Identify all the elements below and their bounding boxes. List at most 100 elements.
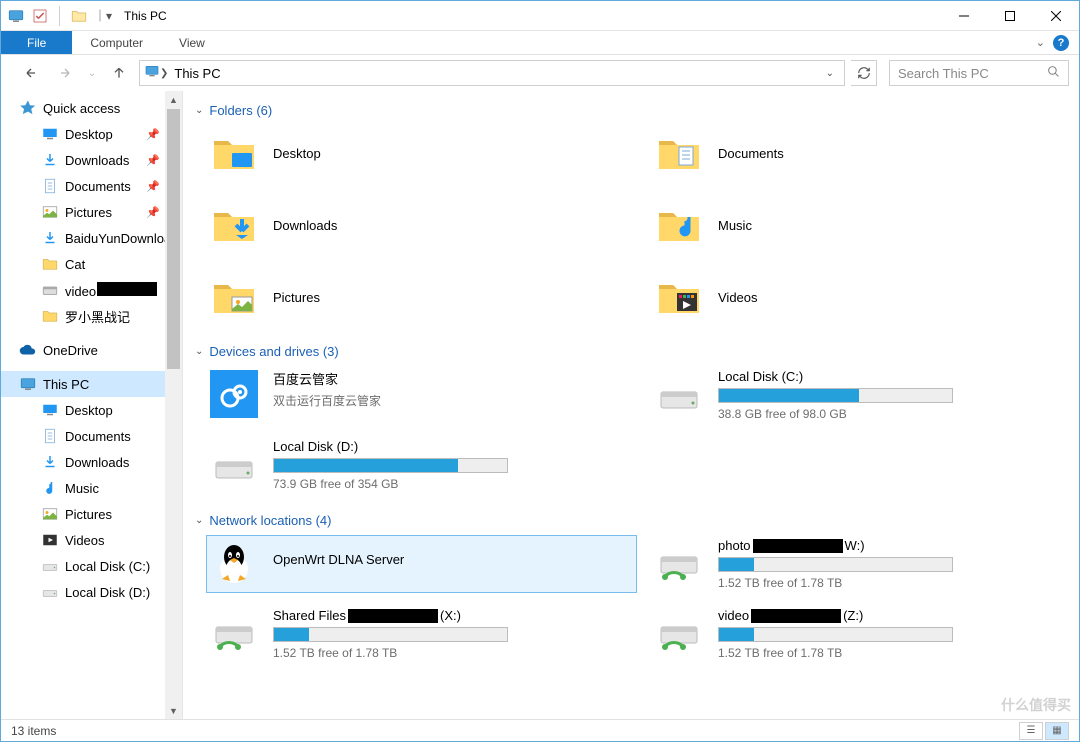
nav-forward-button[interactable] bbox=[51, 59, 79, 87]
chevron-right-icon[interactable]: ❯ bbox=[160, 68, 168, 79]
drive-label: photoW:) bbox=[718, 538, 953, 553]
sidebar-item-downloads[interactable]: Downloads📌 bbox=[1, 147, 182, 173]
sidebar-onedrive[interactable]: OneDrive bbox=[1, 337, 182, 363]
drive-item[interactable]: 百度云管家双击运行百度云管家 bbox=[209, 369, 634, 421]
sidebar-item-label: BaiduYunDownload bbox=[65, 231, 178, 246]
sidebar-item-local-disk-c-[interactable]: Local Disk (C:) bbox=[1, 553, 182, 579]
folder-documents[interactable]: Documents bbox=[654, 128, 1079, 178]
group-devices-header[interactable]: ⌄ Devices and drives (3) bbox=[195, 338, 1079, 369]
sidebar-this-pc[interactable]: This PC bbox=[1, 371, 165, 397]
chevron-down-icon: ⌄ bbox=[195, 515, 203, 526]
drive-label: Local Disk (D:) bbox=[273, 439, 508, 454]
nav-back-button[interactable] bbox=[17, 59, 45, 87]
sidebar-item-label: Documents bbox=[65, 179, 131, 194]
network-drive-icon bbox=[209, 608, 259, 658]
tab-computer[interactable]: Computer bbox=[72, 31, 161, 54]
sidebar-item-desktop[interactable]: Desktop bbox=[1, 397, 182, 423]
view-details-button[interactable]: ☰ bbox=[1019, 722, 1043, 740]
tab-view[interactable]: View bbox=[161, 31, 223, 54]
pin-icon: 📌 bbox=[146, 128, 160, 141]
statusbar: 13 items ☰ ▦ bbox=[1, 719, 1079, 741]
sidebar-item-cat[interactable]: Cat bbox=[1, 251, 182, 277]
sidebar-item-label: Pictures bbox=[65, 205, 112, 220]
network-item[interactable]: Shared Files(X:)1.52 TB free of 1.78 TB bbox=[209, 608, 634, 660]
sidebar-item-label: Music bbox=[65, 481, 99, 496]
sidebar-item-documents[interactable]: Documents bbox=[1, 423, 182, 449]
chevron-down-icon: ⌄ bbox=[195, 346, 203, 357]
ribbon-collapse-icon[interactable]: ⌄ bbox=[1036, 36, 1045, 49]
qat-dropdown-icon[interactable]: ｜▾ bbox=[94, 7, 112, 24]
pc-icon bbox=[7, 7, 25, 25]
drive-free-text: 1.52 TB free of 1.78 TB bbox=[718, 576, 953, 590]
group-network-label: Network locations (4) bbox=[209, 513, 331, 528]
folder-label: Videos bbox=[718, 290, 758, 305]
folder-label: Pictures bbox=[273, 290, 320, 305]
close-button[interactable] bbox=[1033, 1, 1079, 31]
sidebar-onedrive-label: OneDrive bbox=[43, 343, 98, 358]
drive-item[interactable]: Local Disk (C:)38.8 GB free of 98.0 GB bbox=[654, 369, 1079, 421]
nav-up-button[interactable] bbox=[105, 59, 133, 87]
address-dropdown-icon[interactable]: ⌄ bbox=[820, 68, 840, 79]
sidebar-item-documents[interactable]: Documents 📌 bbox=[1, 173, 182, 199]
scroll-thumb[interactable] bbox=[167, 109, 180, 369]
folder-pictures[interactable]: Pictures bbox=[209, 272, 634, 322]
network-drive-icon bbox=[654, 608, 704, 658]
drive-label: Shared Files(X:) bbox=[273, 608, 508, 623]
sidebar-item-baiduyundownload[interactable]: BaiduYunDownload bbox=[1, 225, 182, 251]
capacity-bar bbox=[718, 627, 953, 642]
sidebar-item-罗小黑战记[interactable]: 罗小黑战记 bbox=[1, 303, 182, 329]
scroll-down-icon[interactable]: ▼ bbox=[165, 702, 182, 719]
status-count: 13 items bbox=[11, 724, 56, 738]
sidebar-item-video[interactable]: video bbox=[1, 277, 182, 303]
network-item[interactable]: video(Z:)1.52 TB free of 1.78 TB bbox=[654, 608, 1079, 660]
drive-icon bbox=[41, 281, 59, 299]
sidebar-item-pictures[interactable]: Pictures bbox=[1, 501, 182, 527]
search-input[interactable]: Search This PC bbox=[889, 60, 1069, 86]
qat-properties-icon[interactable] bbox=[31, 7, 49, 25]
separator bbox=[59, 6, 60, 26]
sidebar-item-label: Desktop bbox=[65, 403, 113, 418]
sidebar-item-label: 罗小黑战记 bbox=[65, 307, 130, 326]
sidebar-item-videos[interactable]: Videos bbox=[1, 527, 182, 553]
maximize-button[interactable] bbox=[987, 1, 1033, 31]
sidebar-item-pictures[interactable]: Pictures📌 bbox=[1, 199, 182, 225]
folder-videos[interactable]: Videos bbox=[654, 272, 1079, 322]
sidebar-item-label: Local Disk (C:) bbox=[65, 559, 150, 574]
drive-item[interactable]: Local Disk (D:)73.9 GB free of 354 GB bbox=[209, 439, 634, 491]
music-icon bbox=[41, 479, 59, 497]
network-item[interactable]: photoW:) 1.52 TB free of 1.78 TB bbox=[654, 538, 1079, 590]
tab-file[interactable]: File bbox=[1, 31, 72, 54]
scroll-up-icon[interactable]: ▲ bbox=[165, 91, 182, 108]
search-icon bbox=[1047, 65, 1060, 81]
folder-desktop[interactable]: Desktop bbox=[209, 128, 634, 178]
sidebar-item-local-disk-d-[interactable]: Local Disk (D:) bbox=[1, 579, 182, 605]
videos-icon bbox=[41, 531, 59, 549]
help-icon[interactable]: ? bbox=[1053, 35, 1069, 51]
folder-music[interactable]: Music bbox=[654, 200, 1079, 250]
sidebar-item-music[interactable]: Music bbox=[1, 475, 182, 501]
group-folders-header[interactable]: ⌄ Folders (6) bbox=[195, 97, 1079, 128]
folder-downloads[interactable]: Downloads bbox=[209, 200, 634, 250]
window-title: This PC bbox=[118, 9, 167, 23]
sidebar-scrollbar[interactable]: ▲ ▼ bbox=[165, 91, 182, 719]
sidebar-item-downloads[interactable]: Downloads bbox=[1, 449, 182, 475]
sidebar-item-desktop[interactable]: Desktop📌 bbox=[1, 121, 182, 147]
sidebar-item-label: Local Disk (D:) bbox=[65, 585, 150, 600]
nav-recent-dropdown[interactable]: ⌄ bbox=[85, 59, 99, 87]
view-tiles-button[interactable]: ▦ bbox=[1045, 722, 1069, 740]
breadcrumb-location[interactable]: This PC bbox=[168, 66, 226, 81]
titlebar: ｜▾ This PC bbox=[1, 1, 1079, 31]
drive-label: 百度云管家 bbox=[273, 369, 508, 388]
pin-icon: 📌 bbox=[146, 180, 160, 193]
network-item[interactable]: OpenWrt DLNA Server bbox=[207, 536, 636, 592]
pictures-icon bbox=[41, 203, 59, 221]
group-network-header[interactable]: ⌄ Network locations (4) bbox=[195, 507, 1079, 538]
minimize-button[interactable] bbox=[941, 1, 987, 31]
pictures-folder-icon bbox=[209, 272, 259, 322]
refresh-button[interactable] bbox=[851, 60, 877, 86]
sidebar-quick-access[interactable]: Quick access bbox=[1, 95, 182, 121]
drive-sublabel: 双击运行百度云管家 bbox=[273, 392, 508, 409]
pc-icon bbox=[19, 375, 37, 393]
sidebar-item-label: Videos bbox=[65, 533, 105, 548]
address-bar[interactable]: ❯ This PC ⌄ bbox=[139, 60, 845, 86]
